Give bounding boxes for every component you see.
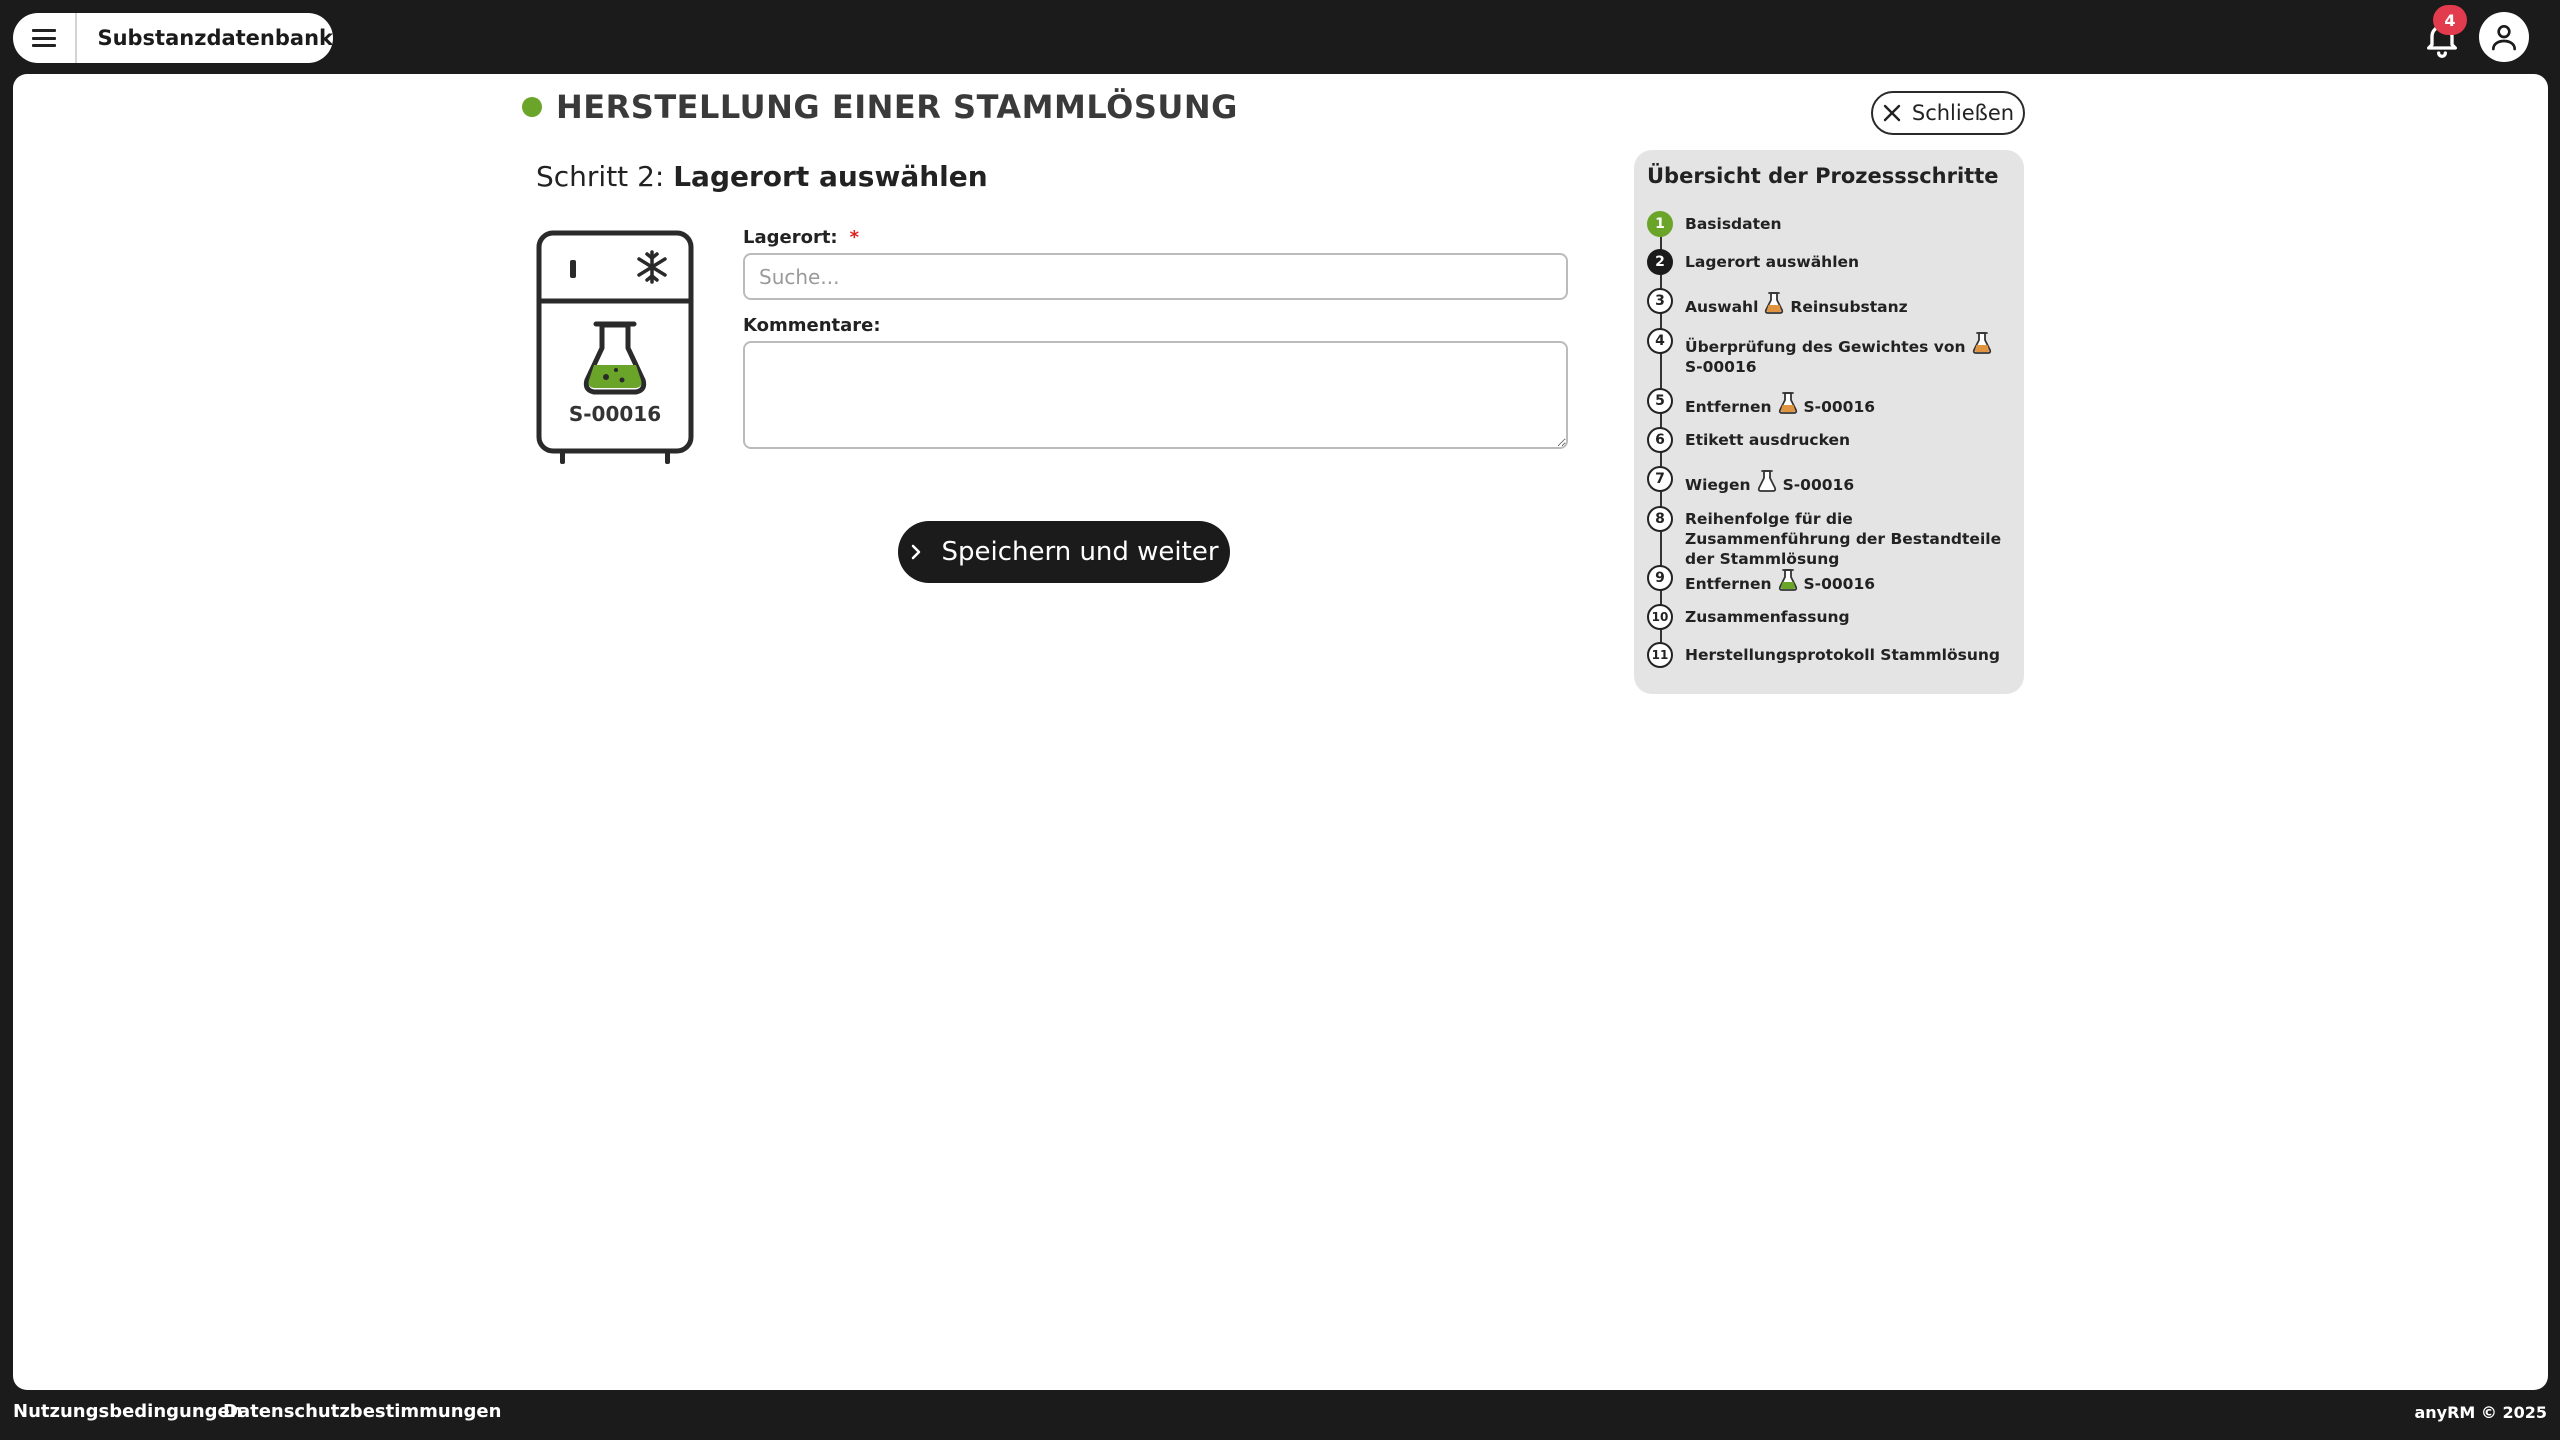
step-label: Auswahl Reinsubstanz bbox=[1685, 288, 2005, 317]
step-number-circle: 4 bbox=[1647, 328, 1673, 354]
step-label: Etikett ausdrucken bbox=[1685, 431, 1851, 449]
fridge-icon bbox=[536, 230, 694, 464]
app-title: Substanzdatenbank bbox=[97, 26, 333, 50]
close-label: Schließen bbox=[1911, 101, 2015, 125]
step-label: Wiegen S-00016 bbox=[1685, 466, 2005, 495]
flask-empty-icon bbox=[1751, 470, 1783, 494]
comments-textarea[interactable] bbox=[743, 341, 1568, 449]
step-number-circle: 3 bbox=[1647, 288, 1673, 314]
app-switcher: Substanzdatenbank bbox=[13, 13, 333, 63]
page-header: HERSTELLUNG EINER STAMMLÖSUNG bbox=[522, 88, 1238, 126]
step-number-circle: 7 bbox=[1647, 466, 1673, 492]
overview-title: Übersicht der Prozessschritte bbox=[1647, 164, 1999, 188]
location-search-input[interactable] bbox=[743, 253, 1568, 300]
step-label: Herstellungsprotokoll Stammlösung bbox=[1685, 646, 2000, 664]
step-label: Basisdaten bbox=[1685, 215, 1782, 233]
step-number-circle: 1 bbox=[1647, 211, 1673, 237]
step-label: Zusammenfassung bbox=[1685, 608, 1850, 626]
process-overview: Übersicht der Prozessschritte 1 Basisdate… bbox=[1634, 150, 2024, 694]
process-step-11: 11 Herstellungsprotokoll Stammlösung bbox=[1647, 642, 2005, 668]
step-number-circle: 9 bbox=[1647, 565, 1673, 591]
user-icon bbox=[2492, 25, 2516, 51]
save-and-continue-button[interactable]: Speichern und weiter bbox=[898, 521, 1230, 583]
process-step-1: 1 Basisdaten bbox=[1647, 211, 2005, 237]
step-label: Entfernen S-00016 bbox=[1685, 565, 2005, 594]
step-number-circle: 11 bbox=[1647, 642, 1673, 668]
privacy-link[interactable]: Datenschutzbestimmungen bbox=[223, 1401, 501, 1422]
user-menu-button[interactable] bbox=[2479, 12, 2529, 62]
process-step-9: 9 Entfernen S-00016 bbox=[1647, 565, 2005, 594]
close-button[interactable]: Schließen bbox=[1871, 91, 2025, 135]
flask-orange-icon bbox=[1966, 332, 1998, 356]
step-number-circle: 6 bbox=[1647, 427, 1673, 453]
page-title: HERSTELLUNG EINER STAMMLÖSUNG bbox=[556, 88, 1238, 126]
location-label: Lagerort: * bbox=[743, 227, 860, 248]
process-step-4: 4 Überprüfung des Gewichtes vonS-00016 bbox=[1647, 328, 2005, 377]
process-step-8: 8 Reihenfolge für die Zusammenführung der… bbox=[1647, 506, 2005, 569]
step-label: Reihenfolge für die Zusammenführung der … bbox=[1685, 510, 2002, 568]
step-heading: Schritt 2: Lagerort auswählen bbox=[536, 160, 988, 193]
notification-badge: 4 bbox=[2433, 5, 2467, 35]
step-number-circle: 5 bbox=[1647, 388, 1673, 414]
menu-button[interactable] bbox=[13, 13, 78, 63]
process-step-3: 3 Auswahl Reinsubstanz bbox=[1647, 288, 2005, 317]
step-number-circle: 2 bbox=[1647, 249, 1673, 275]
top-bar: Substanzdatenbank 4 bbox=[0, 0, 2560, 74]
process-step-7: 7 Wiegen S-00016 bbox=[1647, 466, 2005, 495]
close-icon bbox=[1883, 104, 1901, 122]
flask-green-icon bbox=[1772, 569, 1804, 593]
terms-link[interactable]: Nutzungsbedingungen bbox=[13, 1401, 243, 1422]
step-label: Überprüfung des Gewichtes vonS-00016 bbox=[1685, 328, 2005, 377]
fridge-label: S-00016 bbox=[568, 402, 662, 426]
comments-label: Kommentare: bbox=[743, 315, 881, 336]
process-step-10: 10 Zusammenfassung bbox=[1647, 604, 2005, 630]
step-title: Lagerort auswählen bbox=[673, 160, 988, 193]
step-prefix: Schritt 2: bbox=[536, 160, 665, 193]
step-number-circle: 10 bbox=[1647, 604, 1673, 630]
copyright: anyRM © 2025 bbox=[2414, 1403, 2547, 1422]
step-label: Entfernen S-00016 bbox=[1685, 388, 2005, 417]
step-label: Lagerort auswählen bbox=[1685, 253, 1860, 271]
chevron-right-icon bbox=[912, 544, 921, 560]
step-number-circle: 8 bbox=[1647, 506, 1673, 532]
required-marker: * bbox=[849, 227, 860, 248]
process-step-6: 6 Etikett ausdrucken bbox=[1647, 427, 2005, 453]
process-step-5: 5 Entfernen S-00016 bbox=[1647, 388, 2005, 417]
hamburger-icon bbox=[32, 29, 57, 47]
flask-orange-icon bbox=[1772, 392, 1804, 416]
status-dot bbox=[522, 97, 542, 117]
save-label: Speichern und weiter bbox=[941, 537, 1219, 567]
process-step-2: 2 Lagerort auswählen bbox=[1647, 249, 2005, 275]
fridge-illustration: S-00016 bbox=[536, 230, 694, 466]
flask-orange-icon bbox=[1758, 292, 1790, 316]
